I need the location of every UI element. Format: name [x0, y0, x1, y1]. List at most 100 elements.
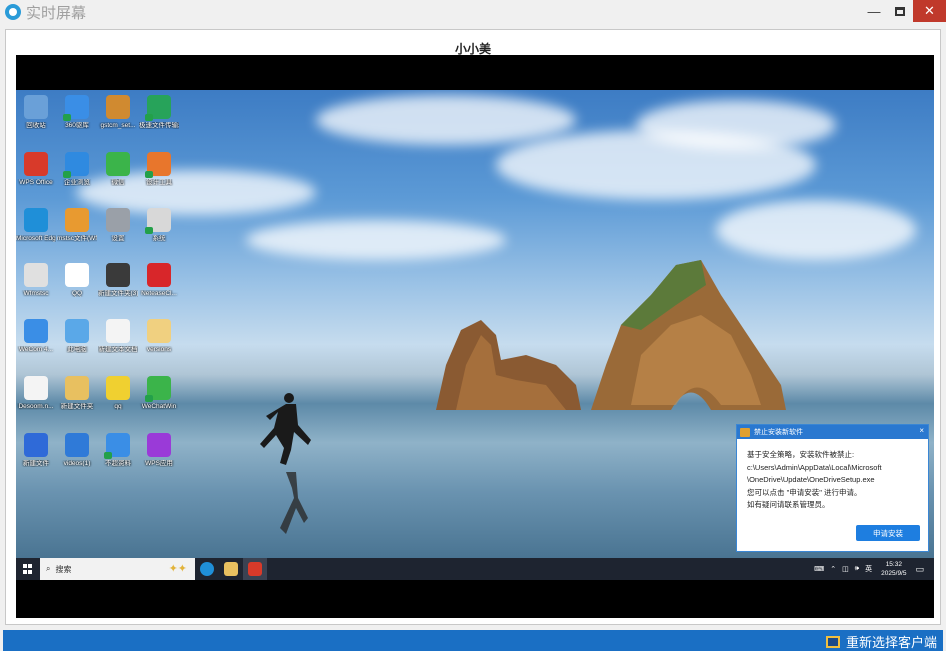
desktop-icon-label: 极速文件传输器: [139, 122, 179, 129]
desktop-icon[interactable]: Desoom.n...: [16, 376, 56, 410]
install-blocked-notification: 禁止安装新软件 × 基于安全策略，安装软件被禁止: c:\Users\Admin…: [736, 424, 929, 552]
desktop-icon[interactable]: 360驱库: [57, 95, 97, 129]
app-icon: [145, 95, 171, 121]
lock-badge-icon: [145, 395, 153, 402]
desktop-icon[interactable]: 不超资料: [98, 433, 138, 467]
chevron-up-icon[interactable]: ⌃: [827, 565, 839, 573]
app-icon: [106, 152, 130, 176]
notification-title: 禁止安装新软件: [754, 429, 803, 436]
app-icon: [147, 319, 171, 343]
taskbar-search-box[interactable]: ⌕ 搜索 ✦✦: [40, 558, 195, 580]
desktop-icon-label: mstsc文件(Wfmstsc)...: [57, 235, 97, 242]
runner-reflection: [280, 472, 308, 534]
lock-badge-icon: [145, 114, 153, 121]
desktop-icon[interactable]: 新建文件夹: [57, 376, 97, 410]
desktop-icon-label: WeCom 4...: [18, 346, 54, 353]
app-icon: [106, 263, 130, 287]
desktop-icon-label: 不超资料: [105, 460, 131, 467]
app-icon: [24, 95, 48, 119]
desktop-icon[interactable]: 微信: [98, 152, 138, 186]
close-button[interactable]: ✕: [913, 0, 946, 22]
desktop-icon[interactable]: WeChatWin: [139, 376, 179, 410]
taskbar-wps[interactable]: [243, 558, 267, 580]
desktop-icon-label: NeteaseCl...: [141, 290, 177, 297]
taskbar-edge[interactable]: [195, 558, 219, 580]
lock-badge-icon: [145, 227, 153, 234]
desktop-icon[interactable]: versions: [139, 319, 179, 353]
desktop-icon-label: videos(1): [63, 460, 91, 467]
maximize-button[interactable]: [887, 0, 913, 22]
notification-body: 基于安全策略，安装软件被禁止: c:\Users\Admin\AppData\L…: [737, 439, 928, 512]
desktop-icon-label: 系统: [152, 235, 166, 242]
desktop-icon[interactable]: 新建文件夹(3): [98, 263, 138, 297]
desktop-icon-label: 此电脑: [67, 346, 87, 353]
keyboard-icon[interactable]: ⌨: [811, 565, 827, 573]
desktop-icon[interactable]: WPS应用: [139, 433, 179, 467]
desktop-icon[interactable]: mstsc文件(Wfmstsc)...: [57, 208, 97, 242]
tray-time: 15:32: [885, 561, 902, 568]
notification-text-line: c:\Users\Admin\AppData\Local\Microsoft: [747, 462, 882, 472]
desktop-icon-label: versions: [146, 346, 172, 353]
runner-silhouette: [260, 393, 311, 465]
desktop-icon[interactable]: 极速文件传输器: [139, 95, 179, 129]
desktop-icon[interactable]: WPS Office: [16, 152, 56, 186]
sea-rock-right: [591, 260, 786, 410]
tray-clock[interactable]: 15:32 2025/9/5: [875, 560, 912, 578]
desktop-icon[interactable]: Microsoft Edge: [16, 208, 56, 242]
app-icon: [24, 208, 48, 232]
desktop-icon[interactable]: 系统: [139, 208, 179, 242]
app-icon: [24, 376, 48, 400]
app-icon: [65, 319, 89, 343]
desktop-icon[interactable]: WeCom 4...: [16, 319, 56, 353]
desktop-icon-label: 设计工具: [146, 179, 172, 186]
lock-badge-icon: [63, 114, 71, 121]
desktop-icon[interactable]: 新建文件: [16, 433, 56, 467]
search-placeholder: 搜索: [55, 564, 72, 574]
desktop-icon[interactable]: qq: [98, 376, 138, 410]
remote-desktop[interactable]: 回收站 360驱库 gstcm_set...极速文件传输器 WPS Office 企业浏…: [16, 90, 934, 580]
app-icon: [65, 433, 89, 457]
volume-icon[interactable]: 🕪: [852, 565, 862, 573]
window-controls: — ✕: [861, 0, 946, 24]
start-button[interactable]: [16, 558, 40, 580]
lock-badge-icon: [63, 171, 71, 178]
request-install-button[interactable]: 申请安装: [856, 525, 920, 541]
desktop-icon[interactable]: 此电脑: [57, 319, 97, 353]
desktop-icon[interactable]: Wfmstsc: [16, 263, 56, 297]
app-icon: [65, 208, 89, 232]
desktop-icon-label: Wfmstsc: [23, 290, 49, 297]
app-icon: [106, 376, 130, 400]
app-icon: [24, 263, 48, 287]
desktop-icon[interactable]: videos(1): [57, 433, 97, 467]
app-icon: [147, 263, 171, 287]
notification-text-line: 如有疑问请联系管理员。: [747, 500, 830, 509]
desktop-icon[interactable]: 企业浏览: [57, 152, 97, 186]
reselect-client-button[interactable]: 重新选择客户端: [825, 632, 937, 651]
desktop-icon-label: 新建文件夹(3): [98, 290, 138, 297]
maximize-icon: [895, 6, 905, 16]
cloud-shape: [716, 200, 916, 260]
desktop-icon-label: Desoom.n...: [18, 403, 54, 410]
desktop-icon-label: 企业浏览: [64, 179, 90, 186]
desktop-icon[interactable]: QQ: [57, 263, 97, 297]
desktop-icon-label: 360驱库: [65, 122, 89, 129]
desktop-icon-label: QQ: [71, 290, 83, 297]
app-icon: [24, 152, 48, 176]
desktop-icon[interactable]: gstcm_set...: [98, 95, 138, 129]
desktop-icon[interactable]: 回收站: [16, 95, 56, 129]
desktop-icon[interactable]: NeteaseCl...: [139, 263, 179, 297]
minimize-button[interactable]: —: [861, 0, 887, 22]
desktop-icon[interactable]: 设置: [98, 208, 138, 242]
taskbar: ⌕ 搜索 ✦✦ ⌨ ⌃ ◫ 🕪 英 15:32 2025/9/5 ▭: [16, 558, 934, 580]
notification-close-button[interactable]: ×: [919, 426, 924, 435]
desktop-icon[interactable]: 新建文本文档: [98, 319, 138, 353]
remote-screen-view[interactable]: 回收站 360驱库 gstcm_set...极速文件传输器 WPS Office 企业浏…: [16, 55, 934, 618]
edge-icon: [200, 562, 214, 576]
windows-logo-icon: [23, 564, 33, 574]
network-icon[interactable]: ◫: [839, 565, 852, 573]
taskbar-file-explorer[interactable]: [219, 558, 243, 580]
monitor-icon: [825, 635, 840, 648]
input-language[interactable]: 英: [862, 564, 875, 574]
notification-center-icon[interactable]: ▭: [912, 564, 934, 575]
desktop-icon[interactable]: 设计工具: [139, 152, 179, 186]
